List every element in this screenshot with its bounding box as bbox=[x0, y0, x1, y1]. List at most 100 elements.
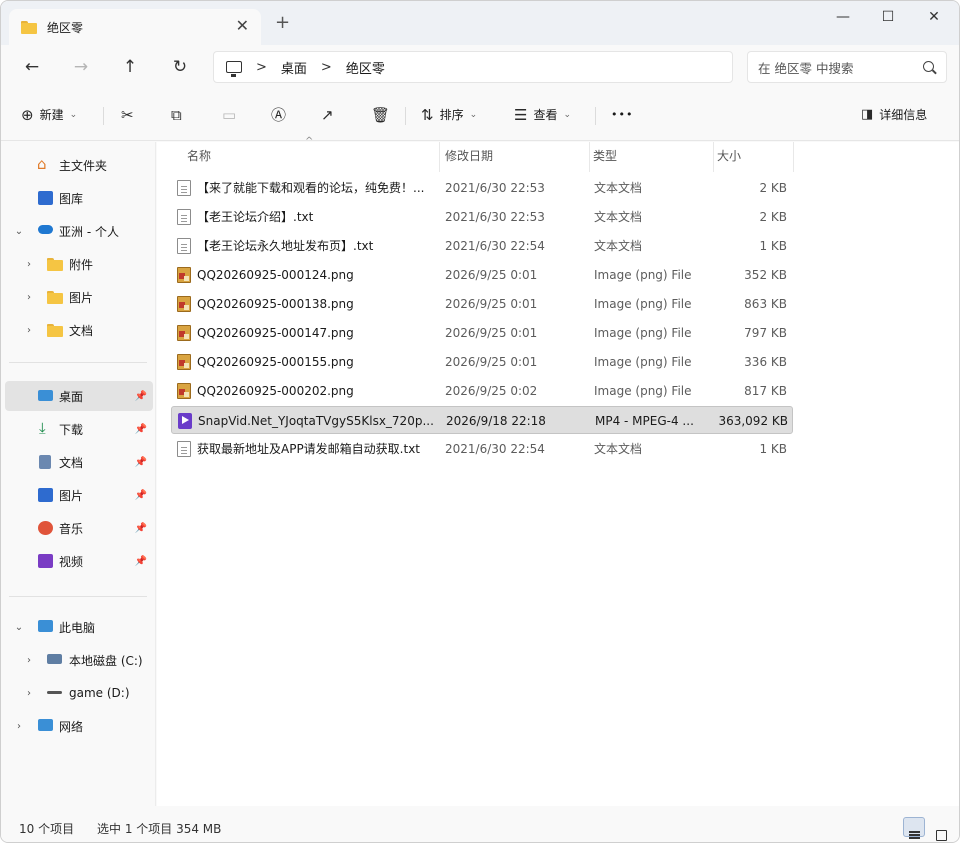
delete-button[interactable]: 🗑 bbox=[371, 106, 396, 124]
sidebar-item-drive-c[interactable]: › 本地磁盘 (C:) bbox=[5, 645, 153, 675]
file-date: 2026/9/25 0:02 bbox=[445, 384, 538, 398]
chevron-right-icon[interactable]: › bbox=[23, 292, 35, 303]
forward-button[interactable]: → bbox=[69, 57, 93, 77]
sidebar-item-label: 下载 bbox=[59, 422, 84, 437]
tiles-view-button[interactable] bbox=[931, 817, 953, 841]
chevron-right-icon[interactable]: › bbox=[23, 655, 35, 666]
breadcrumb-item[interactable]: 桌面 bbox=[281, 58, 307, 77]
sidebar-item-attachments[interactable]: › 附件 bbox=[5, 249, 153, 279]
file-size: 363,092 KB bbox=[718, 414, 788, 428]
sidebar-item-music[interactable]: 音乐 📌 bbox=[5, 513, 153, 543]
sidebar-item-onedrive[interactable]: ⌄ 亚洲 - 个人 bbox=[5, 216, 153, 246]
tab-current-folder[interactable]: 绝区零 ✕ bbox=[9, 9, 261, 45]
cut-button[interactable]: ✂ bbox=[121, 106, 140, 124]
new-tab-button[interactable]: + bbox=[275, 14, 290, 32]
file-row[interactable]: QQ20260925-000138.png 2026/9/25 0:01 Image… bbox=[171, 290, 793, 318]
chevron-right-icon[interactable]: › bbox=[13, 721, 25, 732]
sidebar-item-label: 附件 bbox=[69, 257, 94, 272]
sidebar-item-pictures[interactable]: 图片 📌 bbox=[5, 480, 153, 510]
file-date: 2021/6/30 22:53 bbox=[445, 210, 545, 224]
file-row[interactable]: 【老王论坛介绍】.txt 2021/6/30 22:53 文本文档 2 KB bbox=[171, 203, 793, 231]
sidebar-item-label: 网络 bbox=[59, 719, 84, 734]
sidebar-item-label: 图片 bbox=[59, 488, 84, 503]
folder-icon bbox=[47, 324, 63, 337]
search-placeholder: 在 绝区零 中搜索 bbox=[758, 60, 854, 76]
sidebar-item-desktop[interactable]: 桌面 📌 bbox=[5, 381, 153, 411]
chevron-down-icon[interactable]: ⌄ bbox=[13, 622, 25, 633]
file-name: 【老王论坛永久地址发布页】.txt bbox=[197, 239, 374, 253]
share-button[interactable]: ↗ bbox=[321, 106, 340, 124]
close-tab-icon[interactable]: ✕ bbox=[236, 18, 249, 34]
file-date: 2021/6/30 22:54 bbox=[445, 239, 545, 253]
file-type: Image (png) File bbox=[594, 297, 692, 311]
sidebar-item-gallery[interactable]: 图库 bbox=[5, 183, 153, 213]
drive-icon bbox=[47, 654, 62, 664]
navigation-bar: ← → ↑ ↻ > 桌面 > 绝区零 在 绝区零 中搜索 bbox=[1, 45, 959, 91]
sort-label: 排序 bbox=[439, 108, 464, 122]
pin-icon[interactable]: 📌 bbox=[135, 556, 147, 567]
column-header-name[interactable]: 名称 bbox=[157, 142, 439, 172]
up-button[interactable]: ↑ bbox=[118, 57, 142, 77]
chevron-right-icon[interactable]: › bbox=[23, 325, 35, 336]
refresh-button[interactable]: ↻ bbox=[168, 57, 192, 77]
file-type: 文本文档 bbox=[594, 442, 643, 456]
music-icon bbox=[38, 521, 53, 535]
sidebar-item-drive-d[interactable]: › game (D:) bbox=[5, 678, 153, 708]
sort-button[interactable]: ⇅ 排序 ⌄ bbox=[421, 106, 477, 124]
details-pane-button[interactable]: ◨ 详细信息 bbox=[861, 106, 927, 124]
search-input[interactable]: 在 绝区零 中搜索 bbox=[747, 51, 947, 83]
sidebar-item-home[interactable]: ⌂ 主文件夹 bbox=[5, 150, 153, 180]
chevron-right-icon[interactable]: › bbox=[23, 688, 35, 699]
file-row[interactable]: 【老王论坛永久地址发布页】.txt 2021/6/30 22:54 文本文档 1 KB bbox=[171, 232, 793, 260]
file-row[interactable]: QQ20260925-000124.png 2026/9/25 0:01 Image… bbox=[171, 261, 793, 289]
pin-icon[interactable]: 📌 bbox=[135, 424, 147, 435]
chevron-right-icon[interactable]: › bbox=[23, 259, 35, 270]
minimize-button[interactable]: — bbox=[833, 9, 853, 25]
sidebar-item-network[interactable]: › 网络 bbox=[5, 711, 153, 741]
file-row[interactable]: QQ20260925-000147.png 2026/9/25 0:01 Image… bbox=[171, 319, 793, 347]
sidebar-item-downloads[interactable]: ⤓ 下载 📌 bbox=[5, 414, 153, 444]
file-type: Image (png) File bbox=[594, 268, 692, 282]
sidebar-item-od-documents[interactable]: › 文档 bbox=[5, 315, 153, 345]
address-bar[interactable]: > 桌面 > 绝区零 bbox=[213, 51, 733, 83]
pin-icon[interactable]: 📌 bbox=[135, 391, 147, 402]
file-type: Image (png) File bbox=[594, 384, 692, 398]
paste-button[interactable]: ▭ bbox=[222, 106, 242, 124]
sidebar-item-this-pc[interactable]: ⌄ 此电脑 bbox=[5, 612, 153, 642]
file-date: 2021/6/30 22:53 bbox=[445, 181, 545, 195]
pin-icon[interactable]: 📌 bbox=[135, 490, 147, 501]
rename-button[interactable]: Ⓐ bbox=[271, 106, 292, 124]
scissors-icon: ✂ bbox=[121, 106, 134, 124]
sidebar-item-label: 此电脑 bbox=[59, 620, 96, 635]
pin-icon[interactable]: 📌 bbox=[135, 523, 147, 534]
file-row[interactable]: 获取最新地址及APP请发邮箱自动获取.txt 2021/6/30 22:54 文本文… bbox=[171, 435, 793, 463]
tiles-view-icon bbox=[936, 830, 947, 841]
file-row[interactable]: QQ20260925-000202.png 2026/9/25 0:02 Image… bbox=[171, 377, 793, 405]
more-options-button[interactable]: ••• bbox=[611, 106, 633, 124]
close-window-button[interactable]: ✕ bbox=[924, 9, 944, 25]
copy-button[interactable]: ⧉ bbox=[171, 106, 188, 124]
new-button[interactable]: ⊕ 新建 ⌄ bbox=[21, 106, 77, 124]
view-button[interactable]: ☰ 查看 ⌄ bbox=[514, 106, 571, 124]
maximize-button[interactable]: ☐ bbox=[878, 9, 898, 25]
file-row[interactable]: 【来了就能下载和观看的论坛，纯免费！... 2021/6/30 22:53 文本文档… bbox=[171, 174, 793, 202]
sidebar-item-label: 亚洲 - 个人 bbox=[59, 224, 119, 239]
file-row[interactable]: SnapVid.Net_YJoqtaTVgyS5Klsx_720p... 2026… bbox=[171, 406, 793, 434]
breadcrumb-separator: > bbox=[256, 59, 267, 75]
sidebar-item-videos[interactable]: 视频 📌 bbox=[5, 546, 153, 576]
chevron-down-icon[interactable]: ⌄ bbox=[13, 226, 25, 237]
file-row[interactable]: QQ20260925-000155.png 2026/9/25 0:01 Image… bbox=[171, 348, 793, 376]
details-view-button[interactable] bbox=[903, 817, 925, 837]
file-size: 1 KB bbox=[759, 442, 787, 456]
breadcrumb-item[interactable]: 绝区零 bbox=[346, 58, 385, 77]
sidebar-item-od-pictures[interactable]: › 图片 bbox=[5, 282, 153, 312]
file-size: 352 KB bbox=[744, 268, 787, 282]
back-button[interactable]: ← bbox=[20, 57, 44, 77]
search-icon[interactable] bbox=[923, 61, 934, 72]
sidebar-item-documents[interactable]: 文档 📌 bbox=[5, 447, 153, 477]
column-header-size[interactable]: 大小 bbox=[687, 142, 787, 172]
pin-icon[interactable]: 📌 bbox=[135, 457, 147, 468]
divider bbox=[103, 107, 104, 125]
column-divider[interactable] bbox=[793, 142, 794, 172]
view-label: 查看 bbox=[533, 108, 558, 122]
